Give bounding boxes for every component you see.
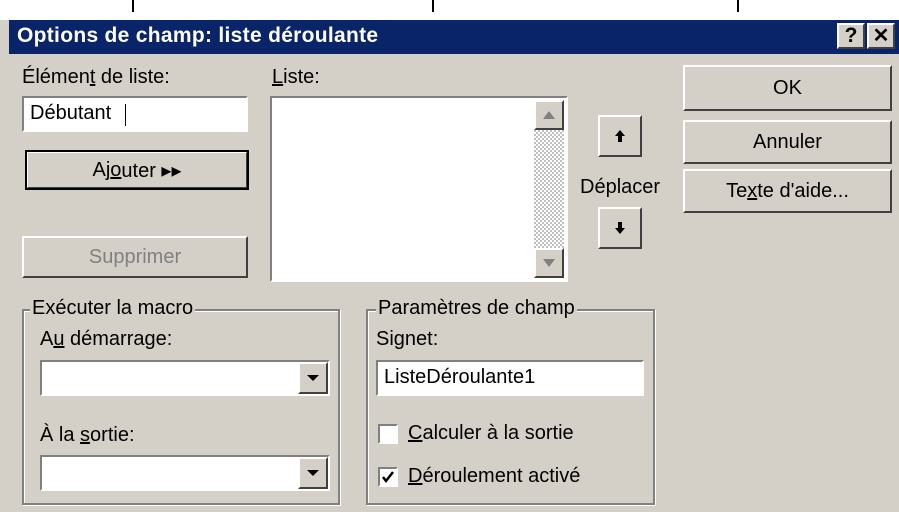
calculate-on-exit-checkbox[interactable] <box>378 424 398 444</box>
text-cursor <box>125 104 126 126</box>
list-label: Liste: <box>272 66 320 89</box>
list-label-accesskey: L <box>272 66 284 88</box>
calculate-on-exit-label-text: alculer à la sortie <box>422 422 574 444</box>
scroll-down-icon <box>543 259 555 267</box>
dialog-titlebar: Options de champ: liste déroulante ? ✕ <box>9 20 899 54</box>
exit-macro-label-accesskey: s <box>80 424 91 446</box>
help-text-button-label: Te <box>726 179 748 202</box>
help-text-button-label-rest: te d'aide... <box>757 179 849 202</box>
exit-macro-label: À la sortie: <box>40 424 135 447</box>
entry-macro-label-rest: démarrage: <box>64 328 173 350</box>
entry-macro-label-accesskey: u <box>53 328 65 350</box>
close-button[interactable]: ✕ <box>867 23 895 49</box>
ruler-tick <box>432 0 434 12</box>
delete-button-label: Supprimer <box>88 245 182 268</box>
chevron-down-icon <box>307 375 319 381</box>
field-settings-legend: Paramètres de champ <box>376 297 577 320</box>
move-down-button[interactable] <box>598 207 642 249</box>
document-ruler <box>0 0 899 20</box>
chevron-down-icon <box>307 470 319 476</box>
dropdown-enabled-label[interactable]: Déroulement activé <box>408 465 580 488</box>
ok-button[interactable]: OK <box>683 65 892 111</box>
exit-macro-select[interactable] <box>40 455 330 491</box>
entry-macro-label: Au démarrage: <box>40 328 172 351</box>
help-button[interactable]: ? <box>837 23 865 49</box>
list-scrollbar[interactable] <box>534 100 564 278</box>
list-item-input-value: Débutant <box>30 102 112 124</box>
exit-macro-dropdown-button[interactable] <box>298 457 328 489</box>
scroll-up-button[interactable] <box>534 100 564 130</box>
add-button-label-rest: uter ▸▸ <box>121 159 182 182</box>
arrow-down-icon <box>615 222 625 234</box>
exit-macro-label-rest: ortie: <box>90 424 135 446</box>
cancel-button[interactable]: Annuler <box>683 120 892 164</box>
bookmark-label: Signet: <box>376 328 438 351</box>
move-up-button[interactable] <box>598 115 642 157</box>
arrow-up-icon <box>615 130 625 142</box>
dropdown-enabled-checkbox[interactable] <box>378 467 398 487</box>
help-text-button-accesskey: x <box>747 179 758 202</box>
bookmark-label-text: Si <box>376 328 394 350</box>
help-text-button[interactable]: Te x te d'aide... <box>683 169 892 213</box>
entry-macro-select[interactable] <box>40 360 330 396</box>
scroll-up-icon <box>543 111 555 119</box>
exit-macro-label-text: À la <box>40 424 81 446</box>
ruler-tick <box>737 0 739 12</box>
bookmark-input-value: ListeDéroulante1 <box>384 366 536 388</box>
add-button[interactable]: Aj o uter ▸▸ <box>25 150 249 190</box>
entry-macro-dropdown-button[interactable] <box>298 362 328 394</box>
dropdown-enabled-label-text: éroulement activé <box>422 465 581 487</box>
dialog-title: Options de champ: liste déroulante <box>17 24 379 47</box>
add-button-accesskey: o <box>110 158 122 181</box>
list-label-text: iste: <box>283 66 320 88</box>
move-label: Déplacer <box>580 176 661 198</box>
list-box[interactable] <box>270 96 568 282</box>
ruler-tick <box>132 0 134 12</box>
run-macro-legend: Exécuter la macro <box>30 297 196 320</box>
list-item-label-rest: de liste: <box>95 66 170 88</box>
bookmark-label-accesskey: g <box>393 328 405 350</box>
delete-button[interactable]: Supprimer <box>22 236 248 278</box>
checkmark-icon <box>382 471 394 484</box>
list-item-label-text: Élémen <box>22 66 90 88</box>
list-item-label: Élément de liste: <box>22 66 170 89</box>
ok-button-label: OK <box>773 76 802 99</box>
dropdown-enabled-accesskey: D <box>408 465 423 487</box>
calculate-on-exit-label[interactable]: Calculer à la sortie <box>408 422 574 445</box>
bookmark-input[interactable]: ListeDéroulante1 <box>376 360 644 396</box>
cancel-button-label: Annuler <box>753 130 822 153</box>
list-item-input[interactable]: Débutant <box>22 96 248 132</box>
scroll-down-button[interactable] <box>534 248 564 278</box>
bookmark-label-rest: net: <box>404 328 439 350</box>
add-button-label: Aj <box>92 158 111 181</box>
calculate-on-exit-accesskey: C <box>408 422 423 444</box>
entry-macro-label-text: A <box>40 328 54 350</box>
